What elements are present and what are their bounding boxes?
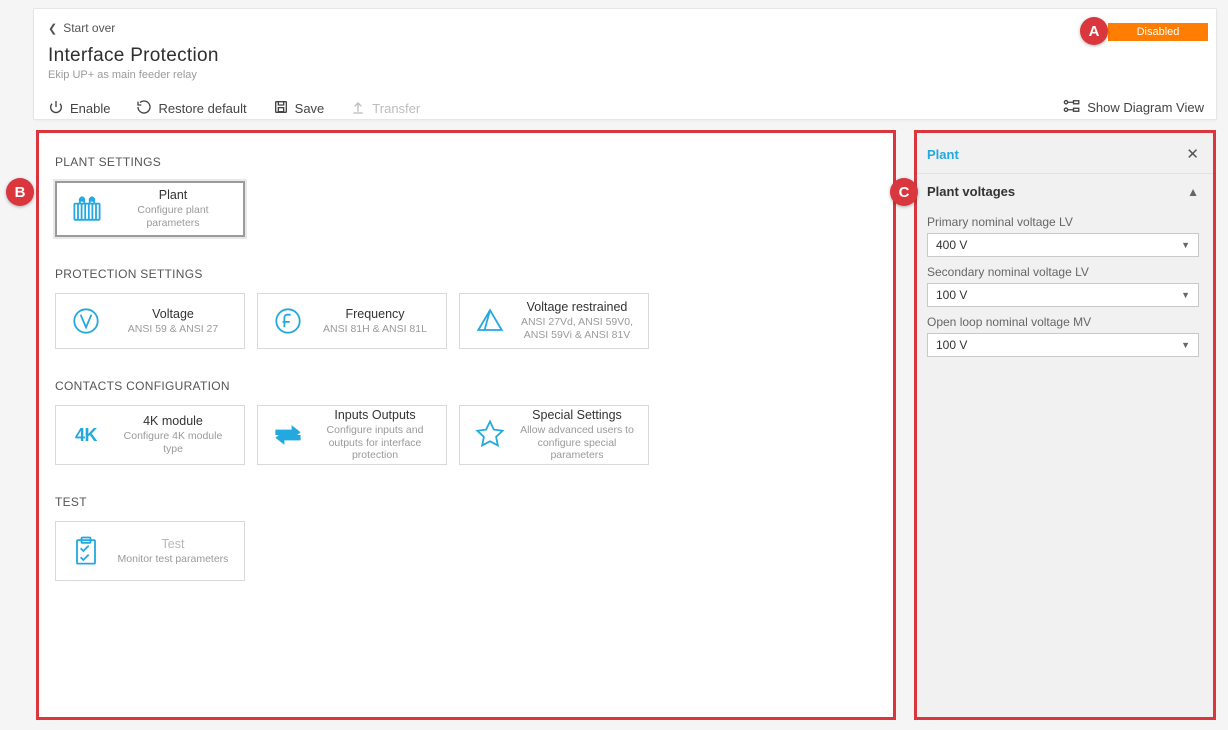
close-icon[interactable]: ✕ bbox=[1186, 145, 1199, 163]
card-title: Plant bbox=[115, 188, 231, 202]
card-title: Voltage restrained bbox=[518, 300, 636, 314]
voltage-icon bbox=[68, 303, 104, 339]
special-settings-card[interactable]: Special Settings Allow advanced users to… bbox=[459, 405, 649, 465]
page-subtitle: Ekip UP+ as main feeder relay bbox=[48, 69, 197, 81]
card-desc: ANSI 59 & ANSI 27 bbox=[114, 323, 232, 336]
frequency-card[interactable]: Frequency ANSI 81H & ANSI 81L bbox=[257, 293, 447, 349]
card-desc: Monitor test parameters bbox=[114, 553, 232, 566]
transfer-label: Transfer bbox=[372, 101, 420, 116]
star-icon bbox=[472, 417, 508, 453]
card-title: Voltage bbox=[114, 307, 232, 321]
chevron-left-icon: ❮ bbox=[48, 22, 57, 35]
power-icon bbox=[48, 99, 64, 118]
select-value: 100 V bbox=[936, 288, 967, 302]
upload-icon bbox=[350, 99, 366, 118]
annotation-b: B bbox=[6, 178, 34, 206]
enable-label: Enable bbox=[70, 101, 110, 116]
card-desc: ANSI 81H & ANSI 81L bbox=[316, 323, 434, 336]
secondary-nominal-voltage-lv-select[interactable]: 100 V ▼ bbox=[927, 283, 1199, 307]
annotation-a: A bbox=[1080, 17, 1108, 45]
diagram-icon bbox=[1063, 99, 1081, 116]
voltage-restrained-card[interactable]: Voltage restrained ANSI 27Vd, ANSI 59V0,… bbox=[459, 293, 649, 349]
caret-down-icon: ▼ bbox=[1181, 240, 1190, 250]
clipboard-icon bbox=[68, 533, 104, 569]
plant-card[interactable]: Plant Configure plant parameters bbox=[55, 181, 245, 237]
card-title: Inputs Outputs bbox=[316, 408, 434, 422]
restore-icon bbox=[136, 99, 152, 118]
field-label: Primary nominal voltage LV bbox=[927, 215, 1199, 229]
save-label: Save bbox=[295, 101, 325, 116]
caret-down-icon: ▼ bbox=[1181, 290, 1190, 300]
card-title: Test bbox=[114, 537, 232, 551]
card-desc: Configure 4K module type bbox=[114, 430, 232, 455]
field-label: Open loop nominal voltage MV bbox=[927, 315, 1199, 329]
plant-icon bbox=[69, 191, 105, 227]
caret-down-icon: ▼ bbox=[1181, 340, 1190, 350]
test-card[interactable]: Test Monitor test parameters bbox=[55, 521, 245, 581]
restore-label: Restore default bbox=[158, 101, 246, 116]
plant-panel: Plant ✕ Plant voltages ▲ Primary nominal… bbox=[914, 130, 1216, 720]
primary-nominal-voltage-lv-select[interactable]: 400 V ▼ bbox=[927, 233, 1199, 257]
contacts-config-label: CONTACTS CONFIGURATION bbox=[55, 379, 877, 393]
card-desc: Configure inputs and outputs for interfa… bbox=[316, 424, 434, 462]
field-label: Secondary nominal voltage LV bbox=[927, 265, 1199, 279]
4k-module-card[interactable]: 4K 4K module Configure 4K module type bbox=[55, 405, 245, 465]
start-over-label: Start over bbox=[63, 21, 115, 35]
test-label: TEST bbox=[55, 495, 877, 509]
card-desc: Configure plant parameters bbox=[115, 204, 231, 229]
save-icon bbox=[273, 99, 289, 118]
show-diagram-view-link[interactable]: Show Diagram View bbox=[1063, 99, 1204, 116]
diagram-label: Show Diagram View bbox=[1087, 100, 1204, 115]
4k-icon: 4K bbox=[68, 417, 104, 453]
card-title: 4K module bbox=[114, 414, 232, 428]
frequency-icon bbox=[270, 303, 306, 339]
card-desc: ANSI 27Vd, ANSI 59V0, ANSI 59Vi & ANSI 8… bbox=[518, 316, 636, 341]
voltage-restrained-icon bbox=[472, 303, 508, 339]
page-title: Interface Protection bbox=[48, 45, 219, 67]
restore-default-button[interactable]: Restore default bbox=[136, 99, 246, 118]
start-over-link[interactable]: ❮ Start over bbox=[48, 21, 115, 35]
accordion-label: Plant voltages bbox=[927, 184, 1015, 199]
toolbar: Enable Restore default Save Transfer bbox=[48, 99, 420, 118]
card-title: Special Settings bbox=[518, 408, 636, 422]
plant-voltages-accordion[interactable]: Plant voltages ▲ bbox=[917, 173, 1213, 209]
save-button[interactable]: Save bbox=[273, 99, 325, 118]
header-card: ❮ Start over Interface Protection Ekip U… bbox=[33, 8, 1217, 120]
card-desc: Allow advanced users to configure specia… bbox=[518, 424, 636, 462]
protection-settings-label: PROTECTION SETTINGS bbox=[55, 267, 877, 281]
chevron-up-icon: ▲ bbox=[1187, 185, 1199, 199]
select-value: 100 V bbox=[936, 338, 967, 352]
panel-title: Plant bbox=[927, 147, 959, 162]
transfer-button: Transfer bbox=[350, 99, 420, 118]
settings-area: PLANT SETTINGS Plant Configure plant par… bbox=[36, 130, 896, 720]
enable-button[interactable]: Enable bbox=[48, 99, 110, 118]
annotation-c: C bbox=[890, 178, 918, 206]
io-arrows-icon bbox=[270, 417, 306, 453]
card-title: Frequency bbox=[316, 307, 434, 321]
select-value: 400 V bbox=[936, 238, 967, 252]
inputs-outputs-card[interactable]: Inputs Outputs Configure inputs and outp… bbox=[257, 405, 447, 465]
status-badge: Disabled bbox=[1108, 23, 1208, 41]
voltage-card[interactable]: Voltage ANSI 59 & ANSI 27 bbox=[55, 293, 245, 349]
plant-settings-label: PLANT SETTINGS bbox=[55, 155, 877, 169]
open-loop-nominal-voltage-mv-select[interactable]: 100 V ▼ bbox=[927, 333, 1199, 357]
